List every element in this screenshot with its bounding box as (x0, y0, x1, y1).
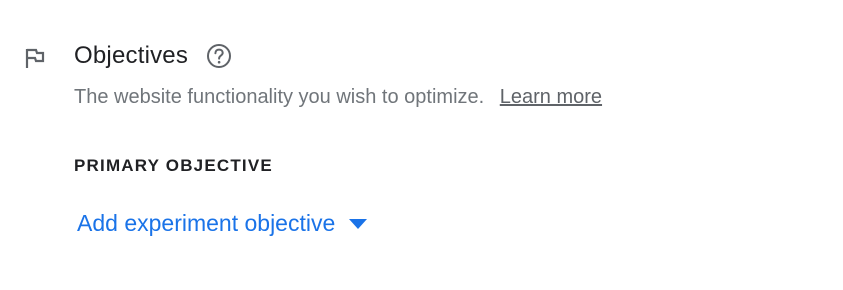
description-text: The website functionality you wish to op… (74, 86, 485, 108)
objectives-section: Objectives The website functionality you… (0, 0, 843, 290)
section-description: The website functionality you wish to op… (74, 86, 602, 109)
flag-icon (25, 48, 45, 68)
add-experiment-objective-dropdown[interactable]: Add experiment objective (77, 210, 368, 237)
primary-objective-heading: PRIMARY OBJECTIVE (74, 156, 273, 175)
add-objective-label: Add experiment objective (77, 210, 336, 236)
objectives-header: Objectives (74, 40, 232, 72)
section-title: Objectives (74, 42, 189, 69)
learn-more-link[interactable]: Learn more (500, 86, 602, 108)
help-circle-icon[interactable] (206, 43, 232, 69)
arrow-drop-down-icon (349, 218, 368, 229)
